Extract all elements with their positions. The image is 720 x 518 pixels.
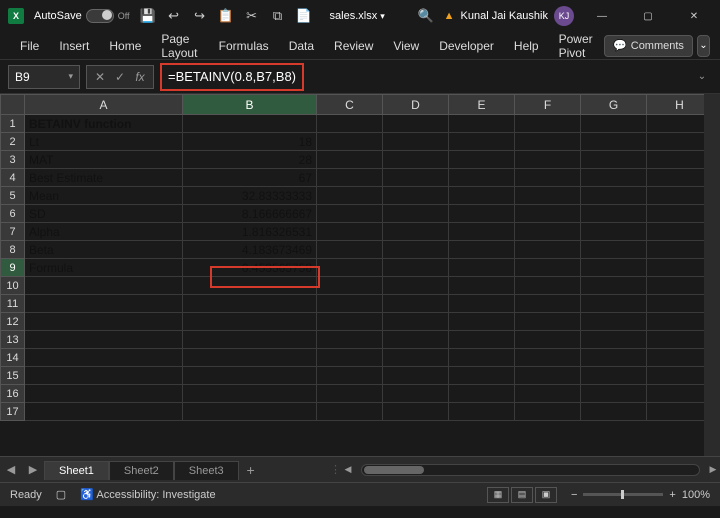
user-account[interactable]: ▲ Kunal Jai Kaushik KJ xyxy=(444,6,574,26)
cell-B9[interactable]: 0.453565758 xyxy=(183,259,317,277)
cell-A5[interactable]: Mean xyxy=(25,187,183,205)
cell-A9[interactable]: Formula xyxy=(25,259,183,277)
avatar: KJ xyxy=(554,6,574,26)
sheet-tab-1[interactable]: Sheet1 xyxy=(44,461,109,480)
copy-icon[interactable]: ⧉ xyxy=(270,8,286,24)
comments-button[interactable]: 💬 Comments xyxy=(604,35,693,57)
tab-page-layout[interactable]: Page Layout xyxy=(151,28,208,64)
cell-B7[interactable]: 1.816326531 xyxy=(183,223,317,241)
fx-icon[interactable]: fx xyxy=(131,70,149,84)
col-header-G[interactable]: G xyxy=(581,95,647,115)
close-button[interactable]: ✕ xyxy=(676,2,712,30)
paste-icon[interactable]: 📄 xyxy=(296,8,312,24)
save-icon[interactable]: 💾 xyxy=(140,8,156,24)
spreadsheet-grid[interactable]: A B C D E F G H 1BETAINV function 2Lt18 … xyxy=(0,94,720,456)
redo-icon[interactable]: ↪ xyxy=(192,8,208,24)
chevron-down-icon: ▾ xyxy=(380,11,385,22)
sheet-tabs-bar: ◀ ▶ Sheet1 Sheet2 Sheet3 + ⋮ ◀ ▶ xyxy=(0,456,720,482)
cell-B8[interactable]: 4.183673469 xyxy=(183,241,317,259)
zoom-slider[interactable] xyxy=(583,493,663,496)
zoom-level[interactable]: 100% xyxy=(682,489,710,501)
scroll-right-icon[interactable]: ▶ xyxy=(706,464,720,475)
formula-input[interactable]: =BETAINV(0.8,B7,B8) xyxy=(160,63,304,91)
toggle-switch-icon[interactable] xyxy=(86,9,114,23)
search-icon[interactable]: 🔍 xyxy=(418,8,434,24)
new-sheet-button[interactable]: + xyxy=(239,462,263,478)
cell-B5[interactable]: 32.83333333 xyxy=(183,187,317,205)
autosave-state: Off xyxy=(118,11,130,21)
col-header-C[interactable]: C xyxy=(317,95,383,115)
name-box[interactable]: B9 ▾ xyxy=(8,65,80,89)
tab-power-pivot[interactable]: Power Pivot xyxy=(549,28,604,64)
cell-B1[interactable] xyxy=(183,115,317,133)
clipboard-icon[interactable]: 📋 xyxy=(218,8,234,24)
ribbon-options-button[interactable]: ⌄ xyxy=(697,35,710,57)
maximize-button[interactable]: ▢ xyxy=(630,2,666,30)
col-header-A[interactable]: A xyxy=(25,95,183,115)
excel-icon: X xyxy=(8,8,24,24)
accessibility-status[interactable]: ♿ Accessibility: Investigate xyxy=(80,488,215,501)
view-buttons: ▦ ▤ ▣ xyxy=(487,487,557,503)
tab-view[interactable]: View xyxy=(383,35,429,57)
cell-A2[interactable]: Lt xyxy=(25,133,183,151)
status-bar: Ready ▢ ♿ Accessibility: Investigate ▦ ▤… xyxy=(0,482,720,506)
tab-review[interactable]: Review xyxy=(324,35,383,57)
scroll-left-icon[interactable]: ◀ xyxy=(341,464,355,475)
expand-formula-bar-icon[interactable]: ⌄ xyxy=(692,71,712,82)
cell-A4[interactable]: Best Estimate xyxy=(25,169,183,187)
warning-icon: ▲ xyxy=(444,10,455,22)
col-header-E[interactable]: E xyxy=(449,95,515,115)
autosave-label: AutoSave xyxy=(34,10,82,22)
undo-icon[interactable]: ↩ xyxy=(166,8,182,24)
horizontal-scrollbar[interactable] xyxy=(361,464,700,476)
cell-A6[interactable]: SD xyxy=(25,205,183,223)
col-header-B[interactable]: B xyxy=(183,95,317,115)
autosave-toggle[interactable]: AutoSave Off xyxy=(34,9,130,23)
tab-developer[interactable]: Developer xyxy=(429,35,504,57)
chevron-down-icon: ▾ xyxy=(68,71,73,82)
cell-B4[interactable]: 67 xyxy=(183,169,317,187)
tab-home[interactable]: Home xyxy=(99,35,151,57)
minimize-button[interactable]: — xyxy=(584,2,620,30)
select-all-corner[interactable] xyxy=(1,95,25,115)
sheet-tab-2[interactable]: Sheet2 xyxy=(109,461,174,480)
col-header-D[interactable]: D xyxy=(383,95,449,115)
col-header-H[interactable]: H xyxy=(647,95,713,115)
tab-insert[interactable]: Insert xyxy=(49,35,99,57)
ribbon-tabs: File Insert Home Page Layout Formulas Da… xyxy=(0,32,720,60)
cancel-formula-icon[interactable]: ✕ xyxy=(91,70,109,84)
cell-A8[interactable]: Beta xyxy=(25,241,183,259)
username: Kunal Jai Kaushik xyxy=(461,10,548,22)
prev-sheet-icon[interactable]: ◀ xyxy=(0,463,22,476)
cell-B3[interactable]: 28 xyxy=(183,151,317,169)
tab-file[interactable]: File xyxy=(10,35,49,57)
cell-B6[interactable]: 8.166666667 xyxy=(183,205,317,223)
cell-B2[interactable]: 18 xyxy=(183,133,317,151)
page-break-view-icon[interactable]: ▣ xyxy=(535,487,557,503)
next-sheet-icon[interactable]: ▶ xyxy=(22,463,44,476)
title-bar: X AutoSave Off 💾 ↩ ↪ 📋 ✂ ⧉ 📄 sales.xlsx … xyxy=(0,0,720,32)
formula-tools: ✕ ✓ fx xyxy=(86,65,154,89)
tab-data[interactable]: Data xyxy=(279,35,324,57)
filename[interactable]: sales.xlsx ▾ xyxy=(330,10,385,22)
zoom-out-icon[interactable]: − xyxy=(571,489,577,501)
zoom-in-icon[interactable]: + xyxy=(669,489,675,501)
status-ready: Ready xyxy=(10,489,42,501)
cell-A1[interactable]: BETAINV function xyxy=(25,115,183,133)
page-layout-view-icon[interactable]: ▤ xyxy=(511,487,533,503)
macro-record-icon[interactable]: ▢ xyxy=(56,488,66,501)
tab-help[interactable]: Help xyxy=(504,35,549,57)
formula-bar: B9 ▾ ✕ ✓ fx =BETAINV(0.8,B7,B8) ⌄ xyxy=(0,60,720,94)
zoom-control: − + 100% xyxy=(571,489,710,501)
cut-icon[interactable]: ✂ xyxy=(244,8,260,24)
col-header-F[interactable]: F xyxy=(515,95,581,115)
accept-formula-icon[interactable]: ✓ xyxy=(111,70,129,84)
vertical-scrollbar[interactable] xyxy=(704,94,720,456)
sheet-tab-3[interactable]: Sheet3 xyxy=(174,461,239,480)
cell-A3[interactable]: MAT xyxy=(25,151,183,169)
tab-formulas[interactable]: Formulas xyxy=(209,35,279,57)
normal-view-icon[interactable]: ▦ xyxy=(487,487,509,503)
cell-A7[interactable]: Alpha xyxy=(25,223,183,241)
